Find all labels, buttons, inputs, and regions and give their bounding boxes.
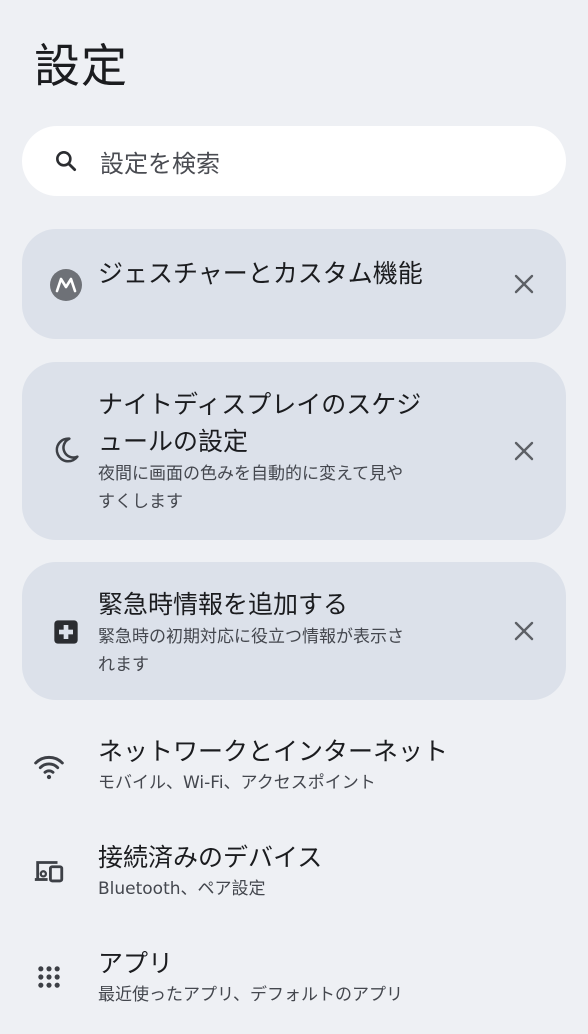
suggestion-subtitle-line1: 夜間に画面の色みを自動的に変えて見や bbox=[98, 464, 404, 484]
settings-item-title: ネットワークとインターネット bbox=[98, 737, 449, 766]
suggestion-card-night-display[interactable]: ナイトディスプレイのスケジ ュールの設定 夜間に画面の色みを自動的に変えて見や … bbox=[22, 362, 566, 540]
search-bar[interactable]: 設定を検索 bbox=[22, 126, 566, 196]
suggestion-subtitle-line2: れます bbox=[98, 655, 149, 675]
search-placeholder[interactable]: 設定を検索 bbox=[100, 144, 220, 179]
settings-item-connected-devices[interactable]: 接続済みのデバイス Bluetooth、ペア設定 bbox=[0, 828, 588, 928]
page-title: 設定 bbox=[34, 39, 128, 93]
apps-grid-icon bbox=[32, 960, 66, 994]
close-icon[interactable] bbox=[508, 268, 540, 300]
settings-item-subtitle: Bluetooth、ペア設定 bbox=[98, 879, 266, 899]
suggestion-card-gestures[interactable]: ジェスチャーとカスタム機能 bbox=[22, 229, 566, 339]
moon-icon bbox=[48, 432, 84, 468]
medical-plus-icon bbox=[48, 614, 84, 650]
settings-item-title: アプリ bbox=[98, 949, 174, 978]
settings-item-title: 接続済みのデバイス bbox=[98, 843, 323, 872]
connected-devices-icon bbox=[32, 854, 66, 888]
suggestion-card-emergency-info[interactable]: 緊急時情報を追加する 緊急時の初期対応に役立つ情報が表示さ れます bbox=[22, 562, 566, 700]
suggestion-subtitle-line1: 緊急時の初期対応に役立つ情報が表示さ bbox=[98, 627, 404, 647]
settings-item-apps[interactable]: アプリ 最近使ったアプリ、デフォルトのアプリ bbox=[0, 934, 588, 1034]
suggestion-title: ジェスチャーとカスタム機能 bbox=[98, 259, 423, 288]
suggestion-title-line1: ナイトディスプレイのスケジ bbox=[98, 390, 422, 419]
close-icon[interactable] bbox=[508, 435, 540, 467]
wifi-icon bbox=[32, 750, 66, 784]
settings-item-subtitle: モバイル、Wi-Fi、アクセスポイント bbox=[98, 773, 376, 793]
motorola-logo-icon bbox=[48, 267, 84, 303]
search-icon bbox=[52, 147, 80, 175]
suggestion-subtitle-line2: すくします bbox=[98, 492, 183, 512]
settings-item-network[interactable]: ネットワークとインターネット モバイル、Wi-Fi、アクセスポイント bbox=[0, 722, 588, 822]
suggestion-title-line2: ュールの設定 bbox=[98, 427, 249, 456]
settings-item-subtitle: 最近使ったアプリ、デフォルトのアプリ bbox=[98, 985, 403, 1005]
suggestion-title: 緊急時情報を追加する bbox=[98, 590, 349, 619]
close-icon[interactable] bbox=[508, 615, 540, 647]
